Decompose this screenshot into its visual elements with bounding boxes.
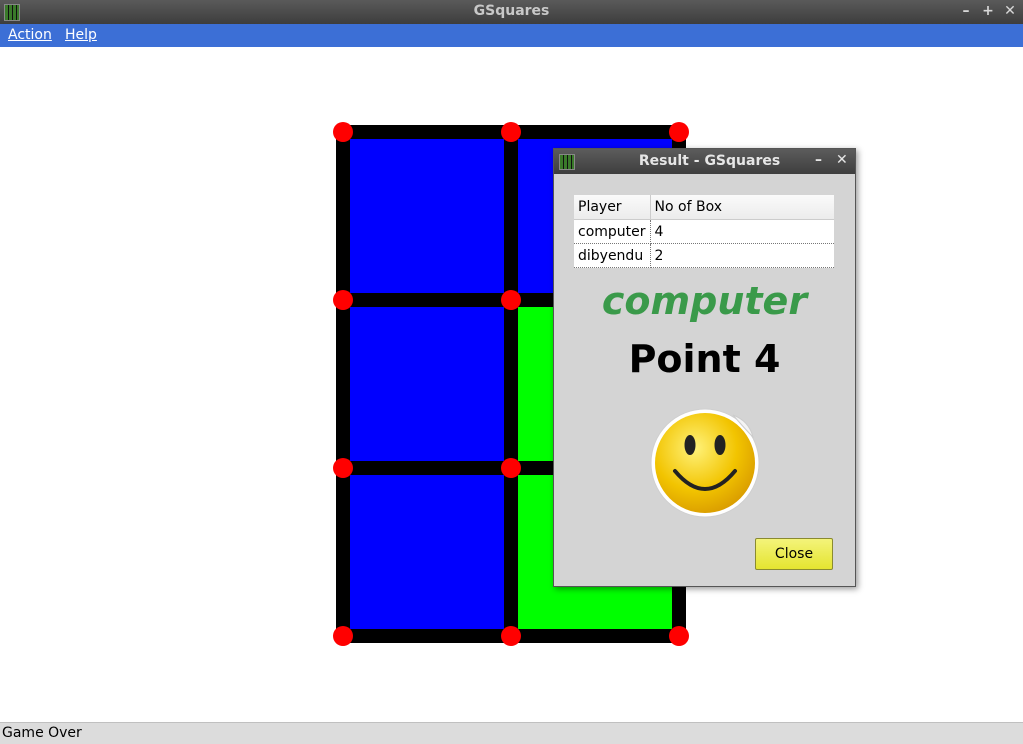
dialog-title: Result - GSquares (638, 153, 781, 169)
status-bar: Game Over (0, 722, 1023, 744)
board-dot (501, 122, 521, 142)
board-dot (333, 290, 353, 310)
board-dot (501, 458, 521, 478)
board-line-vertical[interactable] (336, 125, 350, 643)
board-dot (669, 122, 689, 142)
column-header-player[interactable]: Player (574, 195, 651, 220)
winner-points: Point 4 (628, 337, 781, 381)
box-count-cell: 2 (650, 243, 834, 268)
board-dot (501, 290, 521, 310)
result-table: Player No of Box computer 4 dibyendu 2 (574, 195, 834, 268)
status-text: Game Over (2, 725, 82, 741)
column-header-boxes[interactable]: No of Box (650, 195, 834, 220)
board-dot (333, 626, 353, 646)
dialog-close-icon[interactable]: ✕ (836, 152, 848, 168)
dialog-titlebar: Result - GSquares – ✕ (554, 149, 855, 174)
board-dot (501, 626, 521, 646)
board-cell (350, 139, 504, 293)
table-row[interactable]: computer 4 (574, 219, 834, 244)
board-dot (333, 458, 353, 478)
board-cell (350, 307, 504, 461)
game-board (0, 0, 1023, 743)
player-name-cell: computer (574, 219, 651, 244)
board-dot (669, 626, 689, 646)
board-line-vertical[interactable] (504, 125, 518, 643)
winner-name: computer (601, 279, 808, 323)
board-dot (333, 122, 353, 142)
result-dialog: Result - GSquares – ✕ Player No of Box c… (553, 148, 856, 587)
dialog-minimize-button[interactable]: – (815, 152, 822, 168)
table-header-row: Player No of Box (574, 195, 834, 220)
close-button[interactable]: Close (755, 538, 833, 570)
box-count-cell: 4 (650, 219, 834, 244)
smiley-icon (650, 408, 760, 518)
table-row[interactable]: dibyendu 2 (574, 243, 834, 268)
board-cell (350, 475, 504, 629)
player-name-cell: dibyendu (574, 243, 651, 268)
